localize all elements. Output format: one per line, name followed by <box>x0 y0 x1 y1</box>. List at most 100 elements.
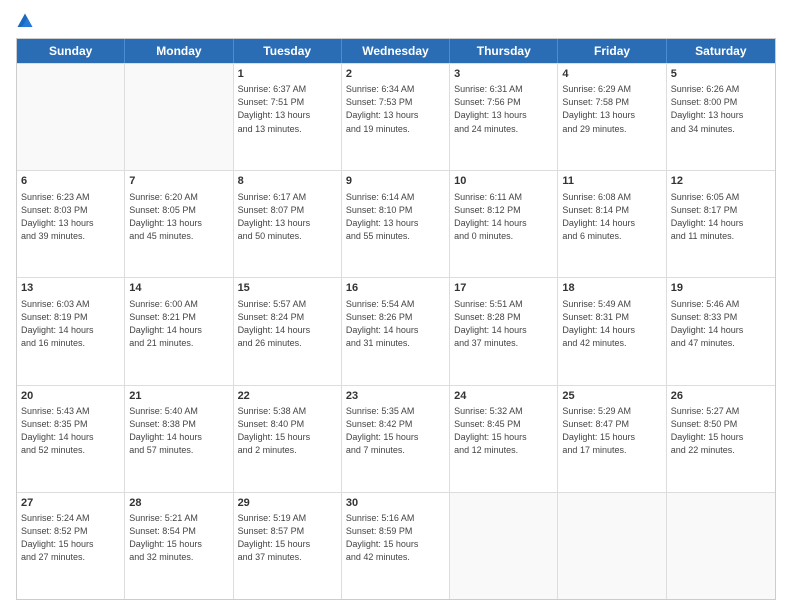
day-number: 10 <box>454 174 553 189</box>
day-info: Sunrise: 5:49 AM Sunset: 8:31 PM Dayligh… <box>562 298 661 350</box>
day-info: Sunrise: 6:37 AM Sunset: 7:51 PM Dayligh… <box>238 83 337 135</box>
header <box>16 12 776 30</box>
day-cell-20: 20Sunrise: 5:43 AM Sunset: 8:35 PM Dayli… <box>17 386 125 492</box>
day-cell-28: 28Sunrise: 5:21 AM Sunset: 8:54 PM Dayli… <box>125 493 233 599</box>
day-info: Sunrise: 5:57 AM Sunset: 8:24 PM Dayligh… <box>238 298 337 350</box>
header-day-tuesday: Tuesday <box>234 39 342 63</box>
header-day-wednesday: Wednesday <box>342 39 450 63</box>
header-day-saturday: Saturday <box>667 39 775 63</box>
day-cell-13: 13 Sunrise: 6:03 AM Sunset: 8:19 PM Dayli… <box>17 278 125 384</box>
day-number: 20 <box>21 389 120 404</box>
day-number: 5 <box>671 67 771 82</box>
calendar-header: SundayMondayTuesdayWednesdayThursdayFrid… <box>17 39 775 63</box>
day-number: 21 <box>129 389 228 404</box>
calendar-body: 1Sunrise: 6:37 AM Sunset: 7:51 PM Daylig… <box>17 63 775 599</box>
day-number: 27 <box>21 496 120 511</box>
day-cell-26: 26Sunrise: 5:27 AM Sunset: 8:50 PM Dayli… <box>667 386 775 492</box>
day-cell-25: 25Sunrise: 5:29 AM Sunset: 8:47 PM Dayli… <box>558 386 666 492</box>
week-row-1: 1Sunrise: 6:37 AM Sunset: 7:51 PM Daylig… <box>17 63 775 170</box>
day-cell-22: 22Sunrise: 5:38 AM Sunset: 8:40 PM Dayli… <box>234 386 342 492</box>
empty-cell <box>125 64 233 170</box>
day-number: 12 <box>671 174 771 189</box>
day-cell-19: 19Sunrise: 5:46 AM Sunset: 8:33 PM Dayli… <box>667 278 775 384</box>
day-info: Sunrise: 5:19 AM Sunset: 8:57 PM Dayligh… <box>238 512 337 564</box>
day-number: 22 <box>238 389 337 404</box>
logo <box>16 12 38 30</box>
day-cell-21: 21Sunrise: 5:40 AM Sunset: 8:38 PM Dayli… <box>125 386 233 492</box>
day-cell-14: 14 Sunrise: 6:00 AM Sunset: 8:21 PM Dayli… <box>125 278 233 384</box>
day-number: 17 <box>454 281 553 296</box>
day-number: 23 <box>346 389 445 404</box>
day-cell-18: 18 Sunrise: 5:49 AM Sunset: 8:31 PM Dayli… <box>558 278 666 384</box>
day-number: 3 <box>454 67 553 82</box>
week-row-3: 13 Sunrise: 6:03 AM Sunset: 8:19 PM Dayli… <box>17 277 775 384</box>
day-number: 7 <box>129 174 228 189</box>
day-info: Sunrise: 5:24 AM Sunset: 8:52 PM Dayligh… <box>21 512 120 564</box>
header-day-sunday: Sunday <box>17 39 125 63</box>
day-number: 18 <box>562 281 661 296</box>
day-number: 4 <box>562 67 661 82</box>
day-cell-23: 23Sunrise: 5:35 AM Sunset: 8:42 PM Dayli… <box>342 386 450 492</box>
day-cell-1: 1Sunrise: 6:37 AM Sunset: 7:51 PM Daylig… <box>234 64 342 170</box>
day-info: Sunrise: 5:27 AM Sunset: 8:50 PM Dayligh… <box>671 405 771 457</box>
day-info: Sunrise: 5:21 AM Sunset: 8:54 PM Dayligh… <box>129 512 228 564</box>
day-number: 9 <box>346 174 445 189</box>
day-number: 26 <box>671 389 771 404</box>
empty-cell <box>558 493 666 599</box>
day-cell-29: 29Sunrise: 5:19 AM Sunset: 8:57 PM Dayli… <box>234 493 342 599</box>
day-cell-7: 7 Sunrise: 6:20 AM Sunset: 8:05 PM Daylig… <box>125 171 233 277</box>
day-number: 14 <box>129 281 228 296</box>
day-cell-5: 5Sunrise: 6:26 AM Sunset: 8:00 PM Daylig… <box>667 64 775 170</box>
day-info: Sunrise: 5:40 AM Sunset: 8:38 PM Dayligh… <box>129 405 228 457</box>
week-row-2: 6Sunrise: 6:23 AM Sunset: 8:03 PM Daylig… <box>17 170 775 277</box>
day-number: 11 <box>562 174 661 189</box>
day-info: Sunrise: 6:03 AM Sunset: 8:19 PM Dayligh… <box>21 298 120 350</box>
day-cell-16: 16Sunrise: 5:54 AM Sunset: 8:26 PM Dayli… <box>342 278 450 384</box>
day-number: 19 <box>671 281 771 296</box>
day-info: Sunrise: 6:17 AM Sunset: 8:07 PM Dayligh… <box>238 191 337 243</box>
day-cell-6: 6Sunrise: 6:23 AM Sunset: 8:03 PM Daylig… <box>17 171 125 277</box>
day-cell-30: 30Sunrise: 5:16 AM Sunset: 8:59 PM Dayli… <box>342 493 450 599</box>
header-day-monday: Monday <box>125 39 233 63</box>
day-number: 13 <box>21 281 120 296</box>
day-info: Sunrise: 6:34 AM Sunset: 7:53 PM Dayligh… <box>346 83 445 135</box>
day-info: Sunrise: 6:14 AM Sunset: 8:10 PM Dayligh… <box>346 191 445 243</box>
day-info: Sunrise: 5:35 AM Sunset: 8:42 PM Dayligh… <box>346 405 445 457</box>
day-info: Sunrise: 6:08 AM Sunset: 8:14 PM Dayligh… <box>562 191 661 243</box>
day-number: 30 <box>346 496 445 511</box>
logo-icon <box>16 12 34 30</box>
day-info: Sunrise: 6:31 AM Sunset: 7:56 PM Dayligh… <box>454 83 553 135</box>
day-cell-24: 24Sunrise: 5:32 AM Sunset: 8:45 PM Dayli… <box>450 386 558 492</box>
day-info: Sunrise: 6:00 AM Sunset: 8:21 PM Dayligh… <box>129 298 228 350</box>
day-info: Sunrise: 5:32 AM Sunset: 8:45 PM Dayligh… <box>454 405 553 457</box>
day-info: Sunrise: 5:38 AM Sunset: 8:40 PM Dayligh… <box>238 405 337 457</box>
day-info: Sunrise: 6:05 AM Sunset: 8:17 PM Dayligh… <box>671 191 771 243</box>
day-number: 8 <box>238 174 337 189</box>
page: SundayMondayTuesdayWednesdayThursdayFrid… <box>0 0 792 612</box>
day-number: 15 <box>238 281 337 296</box>
day-cell-11: 11 Sunrise: 6:08 AM Sunset: 8:14 PM Dayli… <box>558 171 666 277</box>
day-cell-12: 12 Sunrise: 6:05 AM Sunset: 8:17 PM Dayli… <box>667 171 775 277</box>
day-info: Sunrise: 6:26 AM Sunset: 8:00 PM Dayligh… <box>671 83 771 135</box>
empty-cell <box>17 64 125 170</box>
day-info: Sunrise: 5:43 AM Sunset: 8:35 PM Dayligh… <box>21 405 120 457</box>
day-info: Sunrise: 6:20 AM Sunset: 8:05 PM Dayligh… <box>129 191 228 243</box>
header-day-friday: Friday <box>558 39 666 63</box>
day-number: 24 <box>454 389 553 404</box>
week-row-5: 27Sunrise: 5:24 AM Sunset: 8:52 PM Dayli… <box>17 492 775 599</box>
empty-cell <box>667 493 775 599</box>
day-number: 1 <box>238 67 337 82</box>
day-number: 16 <box>346 281 445 296</box>
day-cell-27: 27Sunrise: 5:24 AM Sunset: 8:52 PM Dayli… <box>17 493 125 599</box>
day-info: Sunrise: 6:23 AM Sunset: 8:03 PM Dayligh… <box>21 191 120 243</box>
day-info: Sunrise: 6:11 AM Sunset: 8:12 PM Dayligh… <box>454 191 553 243</box>
day-cell-10: 10 Sunrise: 6:11 AM Sunset: 8:12 PM Dayli… <box>450 171 558 277</box>
day-number: 28 <box>129 496 228 511</box>
calendar: SundayMondayTuesdayWednesdayThursdayFrid… <box>16 38 776 600</box>
day-number: 29 <box>238 496 337 511</box>
day-cell-8: 8 Sunrise: 6:17 AM Sunset: 8:07 PM Daylig… <box>234 171 342 277</box>
empty-cell <box>450 493 558 599</box>
header-day-thursday: Thursday <box>450 39 558 63</box>
day-info: Sunrise: 5:51 AM Sunset: 8:28 PM Dayligh… <box>454 298 553 350</box>
day-cell-4: 4Sunrise: 6:29 AM Sunset: 7:58 PM Daylig… <box>558 64 666 170</box>
